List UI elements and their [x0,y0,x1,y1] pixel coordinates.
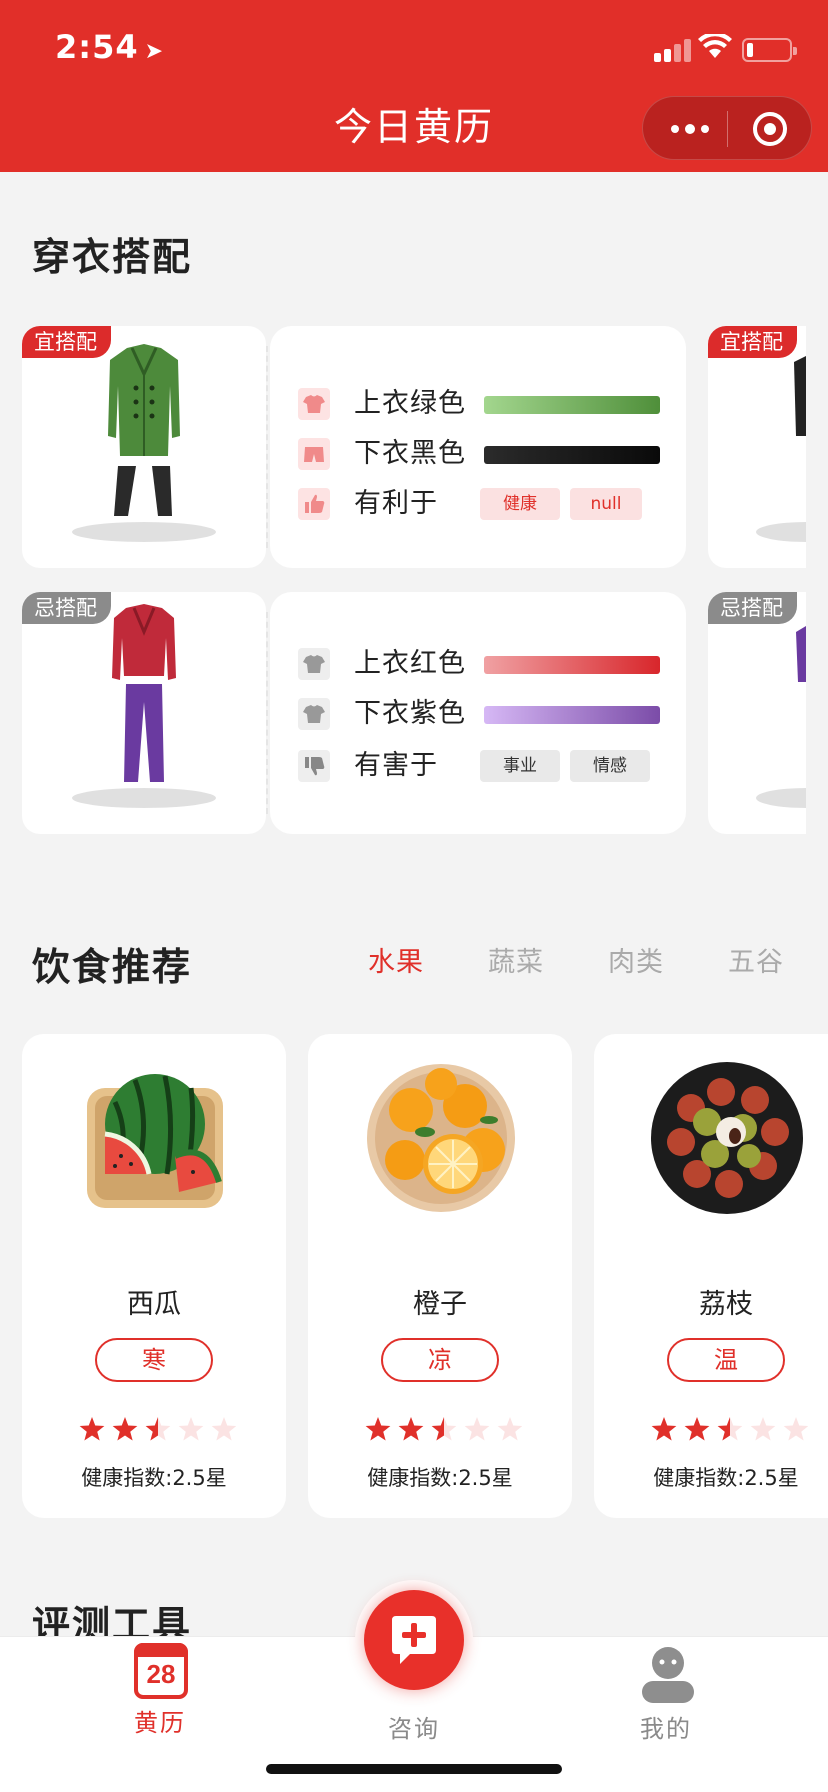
food-card[interactable]: 西瓜 寒 健康指数:2.5星 [22,1034,286,1518]
food-name: 西瓜 [127,1289,181,1320]
bad-top-row: 上衣红色 [298,644,678,684]
green-coat-outfit-image [72,344,216,542]
calendar-icon: 28 [134,1643,188,1699]
food-name: 荔枝 [699,1289,753,1320]
star-empty [783,1417,808,1441]
benefit-pill: 健康 [480,488,560,520]
bad-harm-label: 有害于 [354,750,438,781]
bad-outfit-tag: 忌搭配 [708,592,797,624]
home-indicator [266,1764,562,1774]
benefit-pill: null [570,488,642,520]
star-empty [211,1417,236,1441]
header: 2:54 ➤ 今日黄历 [0,0,828,172]
food-card[interactable]: 橙子 凉 健康指数:2.5星 [308,1034,572,1518]
food-name: 橙子 [413,1289,467,1320]
good-bottom-color-bar [484,446,660,464]
watermelon-image [87,1074,223,1208]
tab-consult-label: 咨询 [388,1715,440,1743]
shirt-icon [298,388,330,420]
good-benefit-row: 有利于 健康 null [298,484,678,524]
health-index: 健康指数:2.5星 [653,1466,799,1490]
star-rating [79,1417,236,1441]
outfit-section-title: 穿衣搭配 [32,235,193,279]
tab-almanac-label: 黄历 [134,1709,186,1737]
shorts-icon [298,438,330,470]
orange-image [367,1064,515,1212]
thumbs-up-icon [298,488,330,520]
star-empty [464,1417,490,1441]
good-outfit-info-card: 上衣绿色 下衣黑色 有利于 健康 null [266,326,686,568]
cellular-signal-icon [654,38,694,62]
purple-outfit-image [756,626,806,808]
bad-bottom-color-bar [484,706,660,724]
shirt-icon [298,648,330,680]
star-empty [750,1417,776,1441]
star-filled [79,1417,105,1441]
star-filled [398,1417,424,1441]
star-filled [365,1417,391,1441]
bad-outfit-info-card: 上衣红色 下衣紫色 有害于 事业 情感 [266,592,686,834]
red-suit-outfit-image [72,604,216,808]
tab-mine[interactable]: 我的 [596,1637,736,1757]
consult-button[interactable] [364,1590,464,1690]
bad-outfit-image-card-next[interactable]: 忌搭配 [708,592,806,834]
bad-bottom-label: 下衣紫色 [354,698,466,729]
diet-section-title: 饮食推荐 [32,945,193,989]
person-icon [642,1647,694,1703]
chat-plus-icon [392,1616,436,1664]
diet-tab-fruit[interactable]: 水果 [368,940,424,979]
good-outfit-tag: 宜搭配 [708,326,797,358]
dark-outfit-image [756,356,806,542]
diet-tab-grain[interactable]: 五谷 [728,940,784,979]
bad-outfit-tag: 忌搭配 [22,592,111,624]
calendar-day: 28 [146,1659,176,1689]
good-outfit-image-card[interactable]: 宜搭配 [22,326,266,568]
star-filled [651,1417,677,1441]
bad-top-label: 上衣红色 [354,648,466,679]
miniprogram-capsule[interactable] [642,96,812,160]
star-empty [178,1417,204,1441]
food-nature-badge: 温 [667,1338,785,1382]
bad-harm-row: 有害于 事业 情感 [298,746,678,786]
star-filled [684,1417,710,1441]
good-bottom-label: 下衣黑色 [354,438,466,469]
close-target-icon[interactable] [753,112,787,146]
star-rating [651,1417,808,1441]
more-icon[interactable] [667,119,711,139]
location-arrow-icon: ➤ [144,39,165,64]
food-nature-badge: 寒 [95,1338,213,1382]
good-top-row: 上衣绿色 [298,384,678,424]
diet-tab-vegetable[interactable]: 蔬菜 [488,940,544,979]
lychee-image [651,1062,803,1214]
harm-pill: 情感 [570,750,650,782]
good-bottom-row: 下衣黑色 [298,434,678,474]
wifi-icon [698,34,732,58]
harm-pill: 事业 [480,750,560,782]
bad-top-color-bar [484,656,660,674]
battery-icon [742,38,797,62]
health-index: 健康指数:2.5星 [367,1466,513,1490]
bad-bottom-row: 下衣紫色 [298,694,678,734]
good-outfit-tag: 宜搭配 [22,326,111,358]
shirt-icon [298,698,330,730]
star-filled [112,1417,138,1441]
bad-outfit-image-card[interactable]: 忌搭配 [22,592,266,834]
tab-mine-label: 我的 [640,1715,692,1743]
good-top-label: 上衣绿色 [354,388,466,419]
diet-tab-meat[interactable]: 肉类 [608,940,664,979]
good-benefit-label: 有利于 [354,488,438,519]
good-outfit-image-card-next[interactable]: 宜搭配 [708,326,806,568]
thumbs-down-icon [298,750,330,782]
good-top-color-bar [484,396,660,414]
food-nature-badge: 凉 [381,1338,499,1382]
star-rating [365,1417,522,1441]
star-empty [497,1417,522,1441]
tab-almanac[interactable]: 28 黄历 [90,1637,230,1757]
food-card[interactable]: 荔枝 温 健康指数:2.5星 [594,1034,828,1518]
status-time: 2:54 ➤ [55,28,165,66]
health-index: 健康指数:2.5星 [81,1466,227,1490]
